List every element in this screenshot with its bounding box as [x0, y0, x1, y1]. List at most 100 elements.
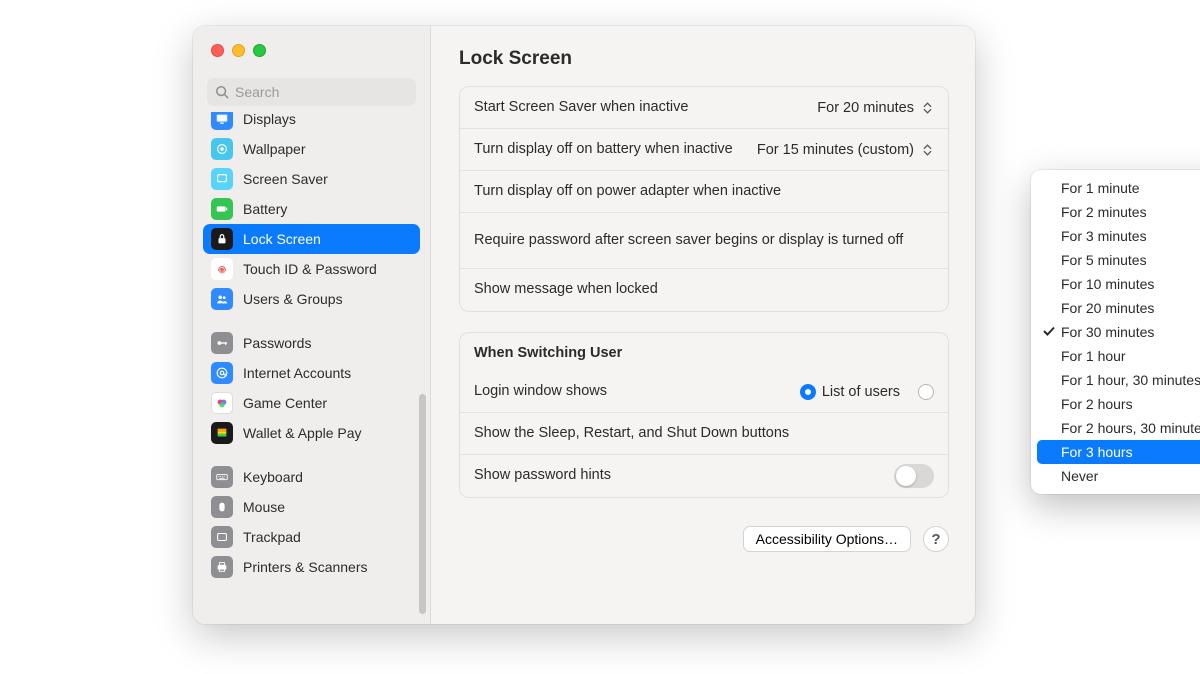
- wallet-icon: [211, 422, 233, 444]
- trackpad-icon: [211, 526, 233, 548]
- sidebar-item-trackpad[interactable]: Trackpad: [203, 522, 420, 552]
- row-require-password: Require password after screen saver begi…: [460, 213, 948, 269]
- row-label: Show the Sleep, Restart, and Shut Down b…: [474, 424, 934, 444]
- search-input[interactable]: [235, 84, 408, 100]
- adapter-timeout-dropdown[interactable]: For 1 minute For 2 minutes For 3 minutes Fo…: [1031, 170, 1200, 494]
- toggle-knob: [896, 466, 916, 486]
- sidebar-item-battery[interactable]: Battery: [203, 194, 420, 224]
- displays-icon: [211, 112, 233, 130]
- toggle-show-password-hints[interactable]: [894, 464, 934, 488]
- mouse-icon: [211, 496, 233, 518]
- row-label: Turn display off on power adapter when i…: [474, 182, 934, 202]
- menu-item[interactable]: For 1 hour: [1037, 344, 1200, 368]
- sidebar-item-passwords[interactable]: Passwords: [203, 328, 420, 358]
- section-heading: When Switching User: [460, 333, 948, 371]
- menu-item[interactable]: For 10 minutes: [1037, 272, 1200, 296]
- menu-item[interactable]: For 1 minute: [1037, 176, 1200, 200]
- menu-item-label: For 30 minutes: [1061, 324, 1154, 340]
- row-label: Turn display off on battery when inactiv…: [474, 140, 745, 160]
- row-show-message: Show message when locked: [460, 269, 948, 311]
- menu-item[interactable]: For 1 hour, 30 minutes: [1037, 368, 1200, 392]
- sidebar-item-screensaver[interactable]: Screen Saver: [203, 164, 420, 194]
- row-display-off-battery: Turn display off on battery when inactiv…: [460, 129, 948, 171]
- sidebar-item-label: Screen Saver: [243, 171, 328, 187]
- help-button[interactable]: ?: [923, 526, 949, 552]
- menu-item[interactable]: Never: [1037, 464, 1200, 488]
- sidebar-item-mouse[interactable]: Mouse: [203, 492, 420, 522]
- keyboard-icon: [211, 466, 233, 488]
- search-icon: [215, 85, 229, 99]
- menu-item[interactable]: For 3 minutes: [1037, 224, 1200, 248]
- sidebar-item-keyboard[interactable]: Keyboard: [203, 462, 420, 492]
- menu-item[interactable]: For 30 minutes: [1037, 320, 1200, 344]
- sidebar-item-internet[interactable]: Internet Accounts: [203, 358, 420, 388]
- radio-list-of-users[interactable]: List of users: [800, 384, 900, 400]
- window-controls: [193, 26, 430, 70]
- menu-item-label: For 2 hours: [1061, 396, 1133, 412]
- menu-item[interactable]: For 20 minutes: [1037, 296, 1200, 320]
- scrollbar-thumb[interactable]: [419, 394, 426, 614]
- row-display-off-adapter: Turn display off on power adapter when i…: [460, 171, 948, 213]
- sidebar-item-label: Keyboard: [243, 469, 303, 485]
- menu-item[interactable]: For 3 hours: [1037, 440, 1200, 464]
- sidebar-item-lockscreen[interactable]: Lock Screen: [203, 224, 420, 254]
- menu-item-label: For 5 minutes: [1061, 252, 1147, 268]
- accessibility-options-button[interactable]: Accessibility Options…: [743, 526, 911, 552]
- row-show-password-hints: Show password hints: [460, 455, 948, 497]
- menu-item-label: For 1 minute: [1061, 180, 1140, 196]
- radio-name-password[interactable]: [918, 384, 934, 400]
- users-icon: [211, 288, 233, 310]
- row-label: Show message when locked: [474, 280, 934, 300]
- menu-item[interactable]: For 2 minutes: [1037, 200, 1200, 224]
- gamecenter-icon: [211, 392, 233, 414]
- sidebar-item-label: Lock Screen: [243, 231, 321, 247]
- page-title: Lock Screen: [459, 48, 949, 70]
- minimize-window-button[interactable]: [232, 44, 245, 57]
- popup-battery-timeout[interactable]: For 15 minutes (custom): [757, 141, 934, 159]
- sidebar-item-wallpaper[interactable]: Wallpaper: [203, 134, 420, 164]
- zoom-window-button[interactable]: [253, 44, 266, 57]
- menu-item-label: For 1 hour: [1061, 348, 1126, 364]
- search-field[interactable]: [207, 78, 416, 106]
- lock-icon: [211, 228, 233, 250]
- popup-screensaver-timeout[interactable]: For 20 minutes: [817, 99, 934, 117]
- menu-item-label: For 20 minutes: [1061, 300, 1154, 316]
- sidebar-item-printers[interactable]: Printers & Scanners: [203, 552, 420, 582]
- radio-circle-icon: [800, 384, 816, 400]
- menu-item-label: For 2 minutes: [1061, 204, 1147, 220]
- radio-circle-icon: [918, 384, 934, 400]
- printer-icon: [211, 556, 233, 578]
- sidebar-item-users[interactable]: Users & Groups: [203, 284, 420, 314]
- sidebar-item-gamecenter[interactable]: Game Center: [203, 388, 420, 418]
- close-window-button[interactable]: [211, 44, 224, 57]
- sidebar-item-label: Wallet & Apple Pay: [243, 425, 362, 441]
- row-label: Show password hints: [474, 466, 882, 486]
- menu-item-label: For 3 minutes: [1061, 228, 1147, 244]
- menu-item-label: For 10 minutes: [1061, 276, 1154, 292]
- menu-item[interactable]: For 5 minutes: [1037, 248, 1200, 272]
- sidebar-item-label: Printers & Scanners: [243, 559, 368, 575]
- sidebar-scrollbar[interactable]: [416, 146, 426, 610]
- menu-item[interactable]: For 2 hours, 30 minutes: [1037, 416, 1200, 440]
- sidebar-item-label: Mouse: [243, 499, 285, 515]
- sidebar-item-wallet[interactable]: Wallet & Apple Pay: [203, 418, 420, 448]
- content-pane: Lock Screen Start Screen Saver when inac…: [431, 26, 975, 624]
- row-label: Login window shows: [474, 382, 788, 402]
- row-label: Start Screen Saver when inactive: [474, 98, 805, 118]
- sidebar-item-touchid[interactable]: Touch ID & Password: [203, 254, 420, 284]
- menu-item-label: For 2 hours, 30 minutes: [1061, 420, 1200, 436]
- sidebar: Displays Wallpaper Screen Saver Battery …: [193, 26, 431, 624]
- footer: Accessibility Options… ?: [459, 518, 949, 552]
- chevron-updown-icon: [920, 99, 934, 117]
- sidebar-item-displays[interactable]: Displays: [203, 112, 420, 134]
- sidebar-list: Displays Wallpaper Screen Saver Battery …: [193, 112, 430, 624]
- wallpaper-icon: [211, 138, 233, 160]
- sidebar-item-label: Displays: [243, 112, 296, 127]
- sidebar-item-label: Touch ID & Password: [243, 261, 377, 277]
- key-icon: [211, 332, 233, 354]
- at-icon: [211, 362, 233, 384]
- menu-item-label: For 3 hours: [1061, 444, 1133, 460]
- menu-item[interactable]: For 2 hours: [1037, 392, 1200, 416]
- sidebar-item-label: Trackpad: [243, 529, 301, 545]
- sidebar-item-label: Game Center: [243, 395, 327, 411]
